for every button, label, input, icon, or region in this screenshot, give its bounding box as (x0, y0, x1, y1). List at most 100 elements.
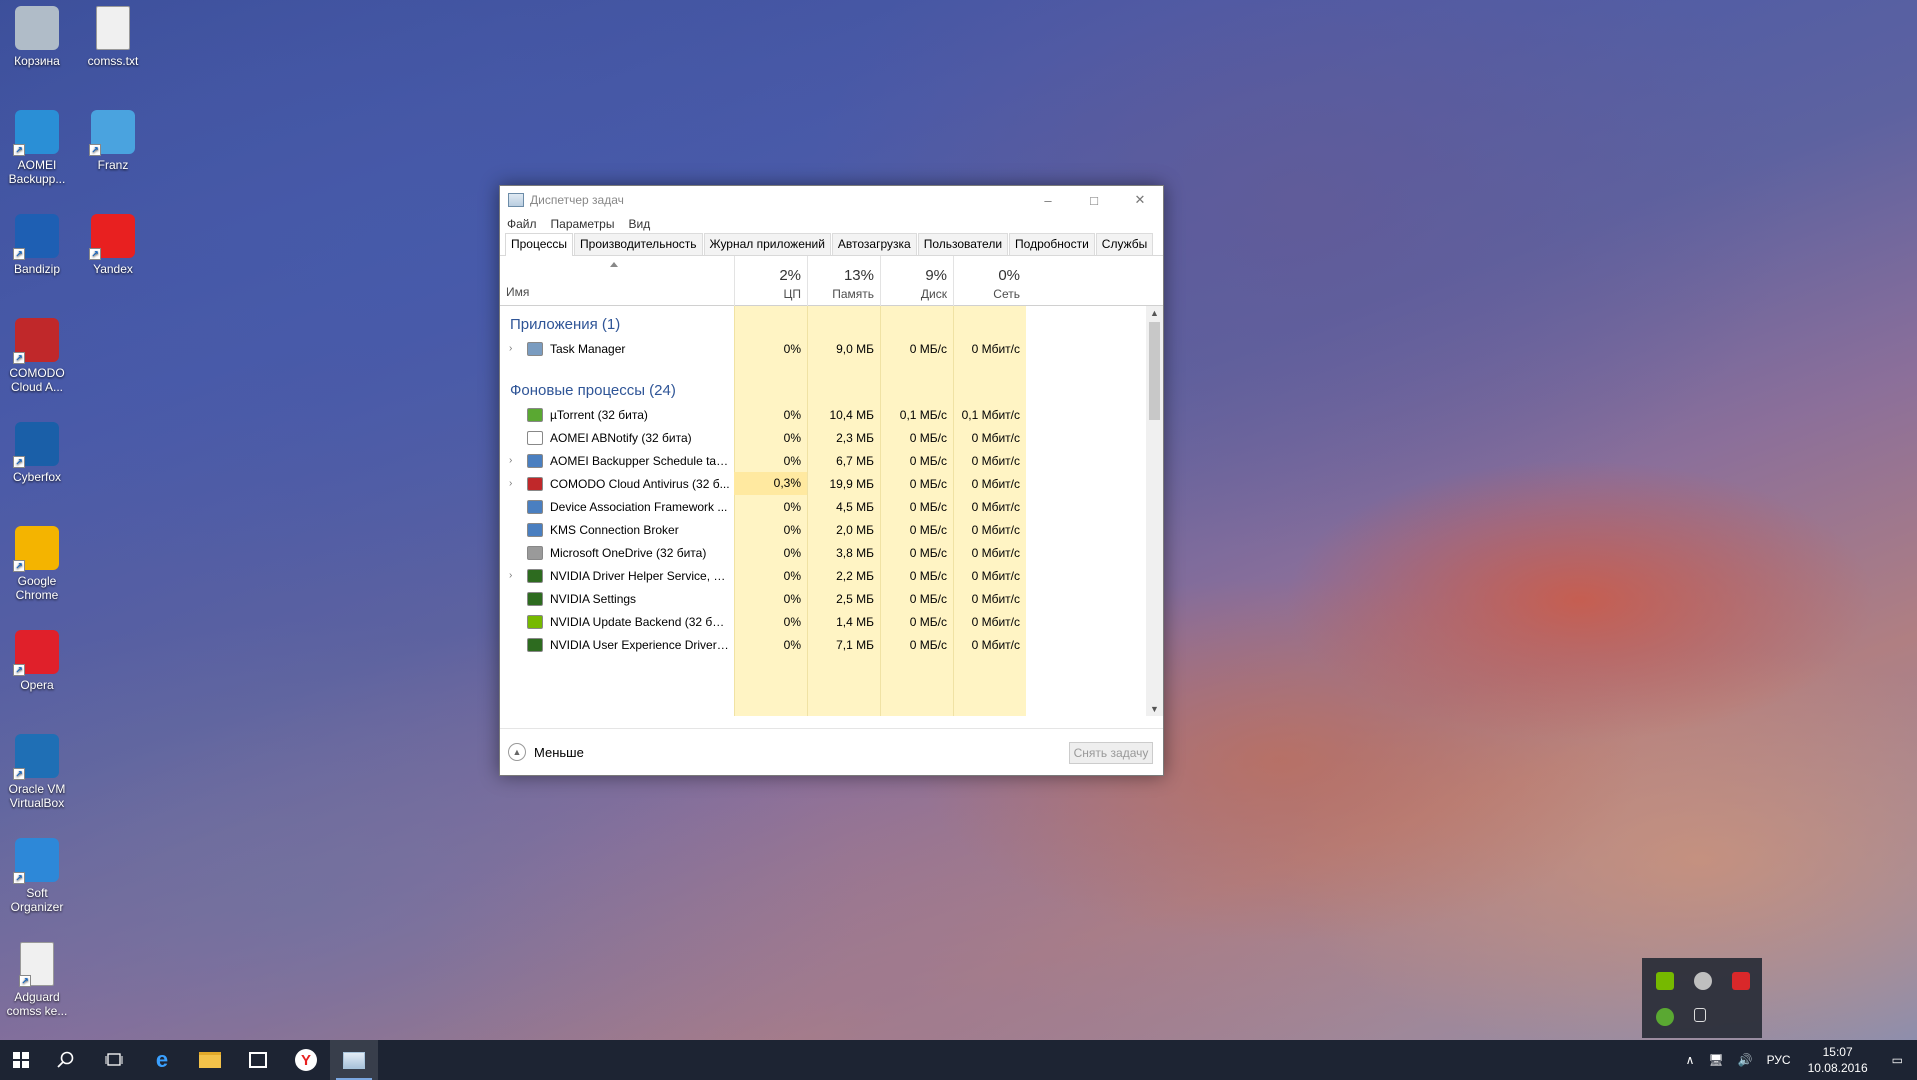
menu-options[interactable]: Параметры (551, 217, 615, 231)
process-row[interactable]: NVIDIA Settings 0% 2,5 МБ 0 МБ/с 0 Мбит/с (500, 587, 1026, 610)
process-cpu-cell: 0% (783, 522, 801, 537)
taskbar-task-manager[interactable] (330, 1040, 378, 1080)
expand-chevron-icon[interactable]: › (509, 478, 517, 488)
aomei-tray-icon[interactable] (1694, 1008, 1706, 1022)
end-task-button[interactable]: Снять задачу (1069, 742, 1153, 764)
tab-users[interactable]: Пользователи (917, 233, 1009, 255)
column-name[interactable]: Имя (506, 285, 529, 299)
aomei-icon: ↗ (13, 110, 59, 156)
title-bar[interactable]: Диспетчер задач – □ ✕ (500, 186, 1163, 214)
utorrent-tray-icon[interactable] (1656, 1008, 1674, 1026)
recycle-bin-icon (15, 6, 59, 50)
process-row[interactable]: Device Association Framework ... 0% 4,5 МБ… (500, 495, 1026, 518)
action-center-icon[interactable]: ▭ (1878, 1053, 1917, 1067)
process-disk-cell: 0 МБ/с (909, 341, 947, 356)
process-name: NVIDIA User Experience Driver C... (550, 637, 730, 652)
show-hidden-icons-chevron-icon[interactable]: ∧ (1679, 1053, 1702, 1067)
process-list[interactable]: Приложения (1) Фоновые процессы (24) ▲ ▼… (500, 306, 1163, 716)
expand-chevron-icon[interactable]: › (509, 455, 517, 465)
clock[interactable]: 15:07 10.08.2016 (1798, 1044, 1878, 1076)
desktop-icon[interactable]: ↗ Cyberfox (0, 422, 74, 484)
process-name: µTorrent (32 бита) (550, 407, 648, 422)
process-net-cell: 0 Мбит/с (971, 614, 1020, 629)
process-disk-cell: 0 МБ/с (909, 522, 947, 537)
taskbar-edge[interactable]: e (138, 1040, 186, 1080)
process-row[interactable]: NVIDIA User Experience Driver C... 0% 7,1 … (500, 633, 1026, 656)
process-row[interactable]: KMS Connection Broker 0% 2,0 МБ 0 МБ/с 0 Мби… (500, 518, 1026, 541)
desktop-icon[interactable]: ↗ Soft Organizer (0, 838, 74, 914)
process-row[interactable]: AOMEI ABNotify (32 бита) 0% 2,3 МБ 0 МБ/с 0 … (500, 426, 1026, 449)
tab-startup[interactable]: Автозагрузка (831, 233, 917, 255)
scroll-down-icon[interactable]: ▼ (1146, 702, 1163, 716)
process-disk-cell: 0 МБ/с (909, 545, 947, 560)
column-network[interactable]: 0% Сеть (953, 256, 1026, 306)
tab-details[interactable]: Подробности (1009, 233, 1095, 255)
taskbar-store[interactable] (234, 1040, 282, 1080)
virtualbox-icon: ↗ (13, 734, 59, 780)
desktop-icon-label: Soft Organizer (10, 886, 64, 914)
process-row[interactable]: › NVIDIA Driver Helper Service, Ve... 0% 2,… (500, 564, 1026, 587)
process-net-cell: 0 Мбит/с (971, 591, 1020, 606)
menu-view[interactable]: Вид (628, 217, 650, 231)
desktop-icon[interactable]: ↗ Oracle VM VirtualBox (0, 734, 74, 810)
minimize-button[interactable]: – (1025, 186, 1071, 214)
desktop-icon[interactable]: ↗ Google Chrome (0, 526, 74, 602)
process-disk-cell: 0 МБ/с (909, 499, 947, 514)
taskbar-explorer[interactable] (186, 1040, 234, 1080)
network-percent: 0% (998, 267, 1020, 284)
process-row[interactable]: › Task Manager 0% 9,0 МБ 0 МБ/с 0 Мбит/с (500, 337, 1026, 360)
process-row[interactable]: Microsoft OneDrive (32 бита) 0% 3,8 МБ 0 МБ… (500, 541, 1026, 564)
desktop-icon[interactable]: Корзина (0, 6, 74, 68)
process-net-cell: 0 Мбит/с (971, 430, 1020, 445)
start-button[interactable] (0, 1040, 42, 1080)
close-button[interactable]: ✕ (1117, 186, 1163, 214)
process-mem-cell: 2,2 МБ (836, 568, 874, 583)
scroll-thumb[interactable] (1149, 322, 1160, 420)
desktop-icon[interactable]: ↗ COMODO Cloud A... (0, 318, 74, 394)
desktop-icon-label: COMODO Cloud A... (9, 366, 65, 394)
process-row[interactable]: › AOMEI Backupper Schedule tas... 0% 6,7 МБ… (500, 449, 1026, 472)
maximize-button[interactable]: □ (1071, 186, 1117, 214)
desktop-icon[interactable]: ↗ Bandizip (0, 214, 74, 276)
tab-services[interactable]: Службы (1095, 233, 1154, 255)
task-view-icon (105, 1053, 123, 1066)
tab-app-history[interactable]: Журнал приложений (703, 233, 831, 255)
store-icon (249, 1052, 267, 1068)
onedrive-tray-icon[interactable] (1694, 972, 1712, 990)
process-name: KMS Connection Broker (550, 522, 679, 537)
tab-processes[interactable]: Процессы (505, 233, 574, 256)
network-icon[interactable]: 🖥 (1701, 1053, 1730, 1067)
process-row[interactable]: › COMODO Cloud Antivirus (32 б... 0,3% 19,9… (500, 472, 1026, 495)
expand-chevron-icon[interactable]: › (509, 570, 517, 580)
process-row[interactable]: µTorrent (32 бита) 0% 10,4 МБ 0,1 МБ/с 0,1 М… (500, 403, 1026, 426)
desktop-icon[interactable]: ↗ AOMEI Backupp... (0, 110, 74, 186)
tab-performance[interactable]: Производительность (574, 233, 703, 255)
input-language[interactable]: РУС (1760, 1053, 1798, 1067)
nvidia-tray-icon[interactable] (1656, 972, 1674, 990)
column-disk[interactable]: 9% Диск (880, 256, 953, 306)
process-row[interactable]: NVIDIA Update Backend (32 бит... 0% 1,4 МБ… (500, 610, 1026, 633)
fewer-details-button[interactable]: ▲ Меньше (508, 743, 584, 761)
expand-chevron-icon[interactable]: › (509, 343, 517, 353)
desktop-icon[interactable]: ↗ Franz (76, 110, 150, 172)
desktop-icon[interactable]: ↗ Adguard comss ke... (0, 942, 74, 1018)
process-disk-cell: 0,1 МБ/с (899, 407, 947, 422)
task-view-button[interactable] (90, 1040, 138, 1080)
taskbar-yandex[interactable]: Y (282, 1040, 330, 1080)
desktop-icon[interactable]: ↗ Yandex (76, 214, 150, 276)
process-net-cell: 0 Мбит/с (971, 476, 1020, 491)
task-manager-window[interactable]: Диспетчер задач – □ ✕ Файл Параметры Вид… (499, 185, 1164, 776)
vertical-scrollbar[interactable]: ▲ ▼ (1146, 306, 1163, 716)
process-name: Microsoft OneDrive (32 бита) (550, 545, 707, 560)
menu-file[interactable]: Файл (507, 217, 537, 231)
scroll-up-icon[interactable]: ▲ (1146, 306, 1163, 320)
column-cpu[interactable]: 2% ЦП (734, 256, 807, 306)
desktop-icon-label: Franz (97, 158, 129, 172)
desktop-icon[interactable]: comss.txt (76, 6, 150, 68)
clock-time: 15:07 (1822, 1045, 1853, 1059)
search-button[interactable] (42, 1040, 90, 1080)
comodo-tray-icon[interactable] (1732, 972, 1750, 990)
desktop-icon[interactable]: ↗ Opera (0, 630, 74, 692)
volume-icon[interactable]: 🔊 (1731, 1053, 1760, 1067)
column-memory[interactable]: 13% Память (807, 256, 880, 306)
